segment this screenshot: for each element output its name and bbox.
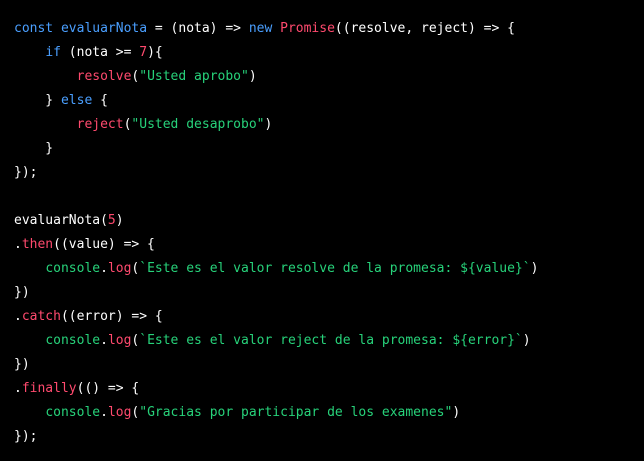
code-text: {	[92, 93, 108, 108]
code-global: console	[45, 333, 101, 348]
code-keyword: evaluarNota	[60, 21, 148, 36]
code-string: `Este es el valor resolve de la promesa:…	[139, 261, 531, 276]
code-string: `Este es el valor reject de la promesa: …	[139, 333, 523, 348]
code-line: resolve("Usted aprobo")	[14, 65, 644, 89]
code-global: console	[45, 405, 101, 420]
code-text: )	[115, 213, 124, 228]
code-function: then	[21, 237, 54, 252]
code-text: }	[14, 93, 61, 108]
code-text: )	[248, 69, 257, 84]
code-line: reject("Usted desaprobo")	[14, 113, 644, 137]
code-number: 5	[107, 213, 116, 228]
code-line: .catch((error) => {	[14, 305, 644, 329]
code-text: ((resolve, reject) => {	[334, 21, 515, 36]
code-lines: const evaluarNota = (nota) => new Promis…	[14, 17, 644, 449]
code-text: ){	[147, 45, 163, 60]
code-keyword: new	[248, 21, 273, 36]
code-string: "Usted desaprobo"	[131, 117, 265, 132]
code-text: = (nota) =>	[147, 21, 249, 36]
code-line: console.log(`Este es el valor resolve de…	[14, 257, 644, 281]
code-line: console.log("Gracias por participar de l…	[14, 401, 644, 425]
code-text: .	[100, 405, 108, 420]
code-text: ((value) => {	[53, 237, 155, 252]
code-line: if (nota >= 7){	[14, 41, 644, 65]
code-function: catch	[21, 309, 61, 324]
code-function: log	[107, 261, 132, 276]
code-line: })	[14, 281, 644, 305]
code-text: .	[14, 237, 22, 252]
code-string: "Usted aprobo"	[139, 69, 249, 84]
code-block: const evaluarNota = (nota) => new Promis…	[0, 0, 644, 461]
code-function: finally	[21, 381, 77, 396]
code-line: const evaluarNota = (nota) => new Promis…	[14, 17, 644, 41]
code-text: });	[14, 165, 38, 180]
code-text: .	[100, 333, 108, 348]
code-line: }	[14, 137, 644, 161]
code-line: console.log(`Este es el valor reject de …	[14, 329, 644, 353]
code-function: log	[107, 405, 132, 420]
code-line: } else {	[14, 89, 644, 113]
code-function: resolve	[76, 69, 132, 84]
code-keyword: if	[45, 45, 61, 60]
code-text: })	[14, 285, 30, 300]
code-line: .finally(() => {	[14, 377, 644, 401]
code-text: .	[100, 261, 108, 276]
code-number: 7	[139, 45, 148, 60]
code-text: )	[522, 333, 531, 348]
code-keyword: else	[60, 93, 93, 108]
code-function: Promise	[280, 21, 335, 36]
code-function: log	[107, 333, 132, 348]
code-text: )	[530, 261, 539, 276]
code-text: });	[14, 429, 38, 444]
code-line: });	[14, 425, 644, 449]
code-text: ((error) => {	[60, 309, 163, 324]
code-text: evaluarNota(	[14, 213, 108, 228]
code-text: }	[14, 141, 54, 156]
code-line: evaluarNota(5)	[14, 209, 644, 233]
code-text: )	[264, 117, 273, 132]
code-text: )	[452, 405, 461, 420]
code-keyword: const	[14, 21, 54, 36]
code-global: console	[45, 261, 101, 276]
code-string: "Gracias por participar de los examenes"	[139, 405, 453, 420]
code-text: .	[14, 381, 22, 396]
code-line: })	[14, 353, 644, 377]
code-line: });	[14, 161, 644, 185]
code-text: .	[14, 309, 22, 324]
code-line: .then((value) => {	[14, 233, 644, 257]
code-text: (() => {	[76, 381, 140, 396]
code-function: reject	[76, 117, 124, 132]
code-text: (nota >=	[60, 45, 140, 60]
code-text: })	[14, 357, 30, 372]
